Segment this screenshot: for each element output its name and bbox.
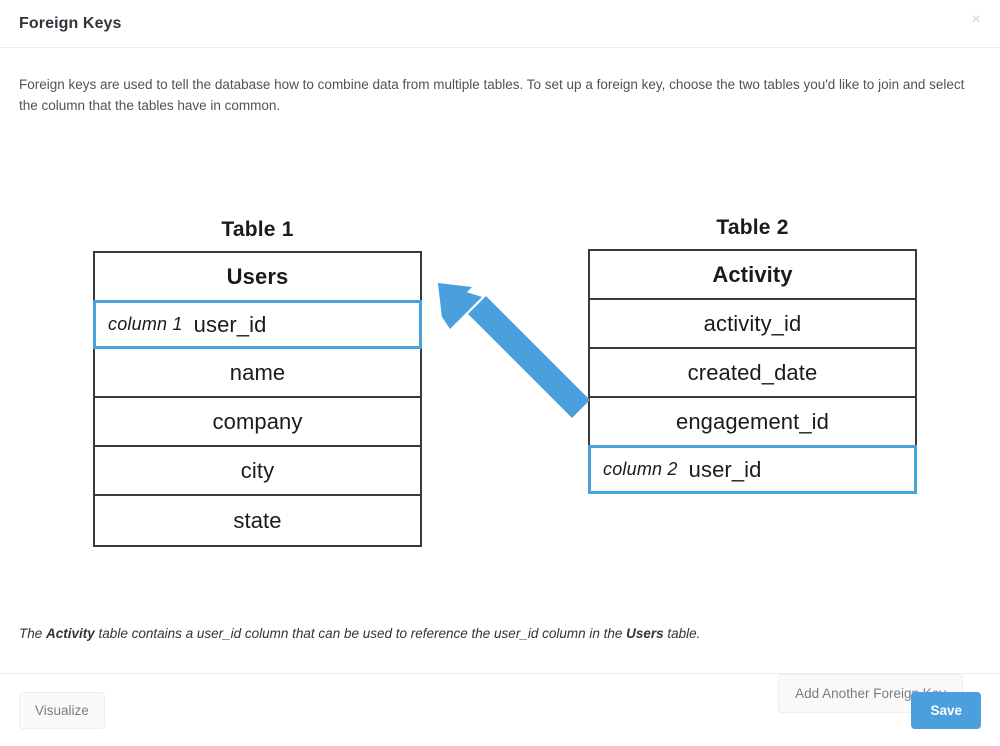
table-1-caption: Table 1	[221, 218, 294, 241]
foreign-key-diagram: Table 1 Users column 1 user_id name comp…	[0, 163, 1000, 583]
table-2-caption: Table 2	[716, 216, 789, 239]
page-title: Foreign Keys	[19, 14, 122, 32]
modal-body: Foreign keys are used to tell the databa…	[0, 48, 1000, 713]
table-2-column-name: user_id	[688, 456, 762, 482]
table-1-column-name: name	[229, 359, 286, 385]
table-1-row-user_id[interactable]: column 1 user_id	[93, 300, 422, 349]
table-2-column-name: activity_id	[703, 310, 802, 336]
note-middle: table contains a user_id column that can…	[94, 626, 627, 641]
note-bold-activity: Activity	[46, 626, 95, 641]
modal-footer: Visualize Save	[0, 673, 1000, 746]
note-suffix: table.	[663, 626, 701, 641]
table-2: Activity activity_id created_date engage…	[588, 249, 917, 494]
table-1-column-name: user_id	[193, 311, 267, 337]
table-2-row-created_date[interactable]: created_date	[590, 349, 915, 398]
table-1-column-name: company	[212, 408, 303, 434]
table-1-row-state[interactable]: state	[95, 496, 420, 545]
table-1-row-company[interactable]: company	[95, 398, 420, 447]
intro-text: Foreign keys are used to tell the databa…	[19, 77, 965, 113]
note-bold-users: Users	[626, 626, 664, 641]
save-button[interactable]: Save	[911, 691, 981, 729]
table-2-row-engagement_id[interactable]: engagement_id	[590, 398, 915, 447]
relationship-arrow	[438, 283, 590, 418]
note-prefix: The	[19, 626, 47, 641]
table-1-row-name[interactable]: name	[95, 349, 420, 398]
table-2-name: Activity	[712, 261, 793, 287]
table-1-name-row: Users	[95, 253, 420, 302]
table-2-row-user_id[interactable]: column 2 user_id	[588, 445, 917, 494]
modal-header: Foreign Keys ×	[0, 0, 1000, 48]
table-2-column-name: engagement_id	[676, 408, 829, 434]
table-1-row-city[interactable]: city	[95, 447, 420, 496]
table-1-block: Table 1 Users column 1 user_id name comp…	[93, 218, 422, 547]
table-2-row-activity_id[interactable]: activity_id	[590, 300, 915, 349]
table-1-column-label: column 1	[108, 314, 183, 334]
table-2-column-name: created_date	[687, 359, 818, 385]
foreign-key-note: The Activity table contains a user_id co…	[19, 626, 700, 641]
table-2-block: Table 2 Activity activity_id created_dat…	[588, 216, 917, 494]
table-2-name-row: Activity	[590, 251, 915, 300]
table-2-column-label: column 2	[603, 459, 678, 479]
close-icon[interactable]: ×	[965, 9, 987, 31]
table-1: Users column 1 user_id name company city	[93, 251, 422, 547]
table-1-column-name: state	[233, 507, 282, 533]
table-1-column-name: city	[240, 457, 275, 483]
visualize-button[interactable]: Visualize	[19, 691, 105, 729]
foreign-keys-modal: Foreign Keys × Foreign keys are used to …	[0, 0, 1000, 746]
table-1-name: Users	[226, 263, 289, 289]
